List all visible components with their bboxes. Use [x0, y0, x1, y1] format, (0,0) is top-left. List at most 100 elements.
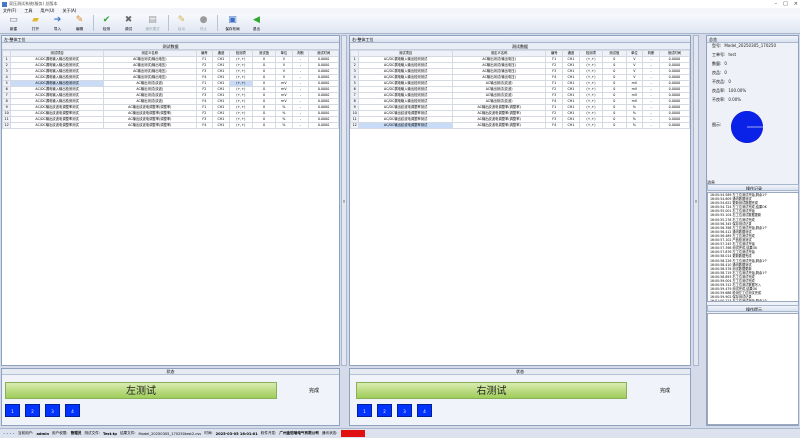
- field-value: 0: [724, 61, 727, 66]
- overview-field: 数量: 0: [712, 61, 727, 67]
- pie-label: 图示:: [712, 122, 722, 127]
- table-cell[interactable]: F4: [545, 122, 564, 129]
- left-slot-3[interactable]: 3: [45, 404, 60, 417]
- toolbar-separator: [217, 15, 218, 31]
- field-value: 0: [724, 70, 727, 75]
- status-company-label: 软件开发:: [260, 431, 277, 435]
- field-value: 0: [728, 79, 731, 84]
- toolbar-button-4[interactable]: ✔ 检测: [96, 14, 117, 33]
- toolbar-separator: [93, 15, 94, 31]
- table-cell[interactable]: 0.0000: [658, 122, 691, 129]
- left-slot-1[interactable]: 1: [5, 404, 20, 417]
- field-value: 0.00%: [728, 97, 742, 102]
- right-slot-3[interactable]: 3: [397, 404, 412, 417]
- right-slot-4[interactable]: 4: [417, 404, 432, 417]
- left-slot-4[interactable]: 4: [65, 404, 80, 417]
- table-cell[interactable]: 0: [251, 122, 277, 129]
- left-test-button[interactable]: 左测试: [5, 382, 277, 399]
- table-cell[interactable]: 0.0000: [308, 122, 339, 129]
- toolbar-button-3[interactable]: ✎ 编辑: [69, 14, 90, 33]
- toolbar-button-5[interactable]: ✖ 调试: [118, 14, 139, 33]
- table-cell[interactable]: -: [291, 122, 310, 129]
- status-user-label: 当前用户:: [17, 431, 34, 435]
- left-test-data-grid[interactable]: 测试项目 测定义名称 编号 通道 检测项 测试值 单位 判断 测试时间 1 AC/DC漏电输入输出检…: [1, 50, 339, 129]
- field-label: 不良率:: [712, 97, 726, 102]
- window-title: 双压测试系统(服务) 总版本: [9, 1, 58, 6]
- status-conn-label: 通讯状态:: [321, 431, 338, 435]
- field-value: Model_20250305_170250: [724, 43, 776, 48]
- minimize-icon[interactable]: –: [775, 1, 778, 7]
- overview-field: 型号: Model_20250305_170250: [712, 43, 776, 49]
- right-slot-1[interactable]: 1: [357, 404, 372, 417]
- table-cell[interactable]: (+,+): [578, 122, 604, 129]
- right-test-button[interactable]: 右测试: [356, 382, 627, 399]
- toolbar-button-label: 停止: [199, 27, 208, 31]
- table-cell[interactable]: AC/DC输出纹波电调整率测试: [10, 122, 104, 129]
- edit-icon: ✎: [75, 15, 84, 25]
- toolbar-button-label: 保存布局: [225, 27, 240, 31]
- status-role: 管理员: [70, 431, 82, 435]
- toolbar-button-2[interactable]: ➔ 导入: [47, 14, 68, 33]
- operation-log-list[interactable]: 16:00:54.589 左工位测试开始,剩余1个 16:00:54.609 通讯…: [707, 192, 799, 302]
- prompt-list[interactable]: [707, 313, 799, 425]
- save-layout-icon: ▣: [228, 15, 237, 25]
- window-controls: – □ ×: [775, 1, 798, 7]
- table-cell[interactable]: F4: [195, 122, 214, 129]
- status-bar: • • • • 当前用户: admin 用户权限: 管理员 测试文件: Test…: [0, 428, 800, 438]
- field-value: test: [728, 52, 737, 57]
- comm-mode-icon: ▤: [148, 15, 157, 25]
- toolbar-button-0[interactable]: ▭ 新建: [3, 14, 24, 33]
- table-cell[interactable]: AC输出纹波电调整率(调整率): [102, 122, 197, 129]
- right-splitter[interactable]: ‖: [693, 35, 699, 366]
- toolbar-button-label: 启动: [177, 27, 186, 31]
- toolbar-button-label: 通讯模式: [145, 27, 160, 31]
- overview-title: 总览: [707, 36, 798, 43]
- table-row[interactable]: 12 AC/DC输出纹波电调整率测试 AC输出纹波电调整率(调整率) F4 CH1 (+,…: [349, 122, 691, 129]
- toolbar-button-8[interactable]: ● 停止: [193, 14, 214, 33]
- toolbar-button-label: 检测: [102, 27, 111, 31]
- toolbar-button-label: 导入: [53, 27, 62, 31]
- row-number[interactable]: 12: [1, 122, 12, 129]
- toolbar-button-1[interactable]: ▰ 打开: [25, 14, 46, 33]
- start-icon: ✎: [177, 15, 186, 25]
- table-cell[interactable]: CH1: [562, 122, 580, 129]
- status-role-label: 用户权限:: [52, 431, 68, 435]
- toolbar-button-7[interactable]: ✎ 启动: [171, 14, 192, 33]
- status-dots-icon: • • • •: [3, 431, 15, 436]
- tools-icon: ✖: [124, 15, 133, 25]
- toolbar-button-6[interactable]: ▤ 通讯模式: [140, 14, 165, 33]
- close-icon[interactable]: ×: [794, 1, 798, 7]
- app-icon: [2, 1, 7, 7]
- table-cell[interactable]: %: [275, 122, 293, 129]
- toolbar: ▭ 新建 ▰ 打开 ➔ 导入 ✎ 编辑 ✔ 检测 ✖ 调试 ▤ 通讯模式 ✎ 启动 ● 停止 ▣ 保存布局 ◀ 退出: [0, 14, 800, 34]
- prompt-title: 操作提示: [707, 305, 799, 312]
- field-label: 工单号:: [712, 52, 726, 57]
- yield-pie-chart: [730, 111, 763, 143]
- toolbar-button-label: 打开: [31, 27, 40, 31]
- field-label: 不良品:: [712, 79, 726, 84]
- right-panel-title: 右-整体工位: [350, 36, 690, 43]
- table-row[interactable]: 12 AC/DC输出纹波电调整率测试 AC输出纹波电调整率(调整率) F4 CH1 (+,…: [1, 122, 339, 129]
- table-cell[interactable]: -: [642, 122, 660, 129]
- field-label: 良品:: [712, 70, 722, 75]
- table-cell[interactable]: 0: [602, 122, 627, 129]
- table-cell[interactable]: AC/DC输出纹波电调整率测试: [358, 122, 453, 129]
- right-test-data-grid[interactable]: 测试项目 测定义名称 编号 通道 检测项 测试值 单位 判断 测试时间 1 AC/DC漏电输入输出检…: [349, 50, 691, 129]
- table-cell[interactable]: CH1: [212, 122, 230, 129]
- table-cell[interactable]: AC输出纹波电调整率(调整率): [451, 122, 547, 129]
- right-slot-2[interactable]: 2: [377, 404, 392, 417]
- left-splitter[interactable]: ‖: [341, 35, 347, 366]
- left-slot-2[interactable]: 2: [25, 404, 40, 417]
- left-result-label: 完成: [309, 388, 320, 394]
- overview-field: 不良品: 0: [712, 79, 731, 85]
- maximize-icon[interactable]: □: [783, 1, 788, 7]
- left-grid-title: 测试数据: [2, 43, 339, 50]
- table-cell[interactable]: (+,+): [228, 122, 253, 129]
- new-file-icon: ▭: [9, 15, 18, 25]
- toolbar-button-9[interactable]: ▣ 保存布局: [220, 14, 245, 33]
- row-number[interactable]: 12: [349, 122, 360, 129]
- status-file: Test.tp: [103, 431, 117, 436]
- toolbar-button-10[interactable]: ◀ 退出: [246, 14, 267, 33]
- table-cell[interactable]: %: [625, 122, 644, 129]
- toolbar-button-label: 编辑: [75, 27, 84, 31]
